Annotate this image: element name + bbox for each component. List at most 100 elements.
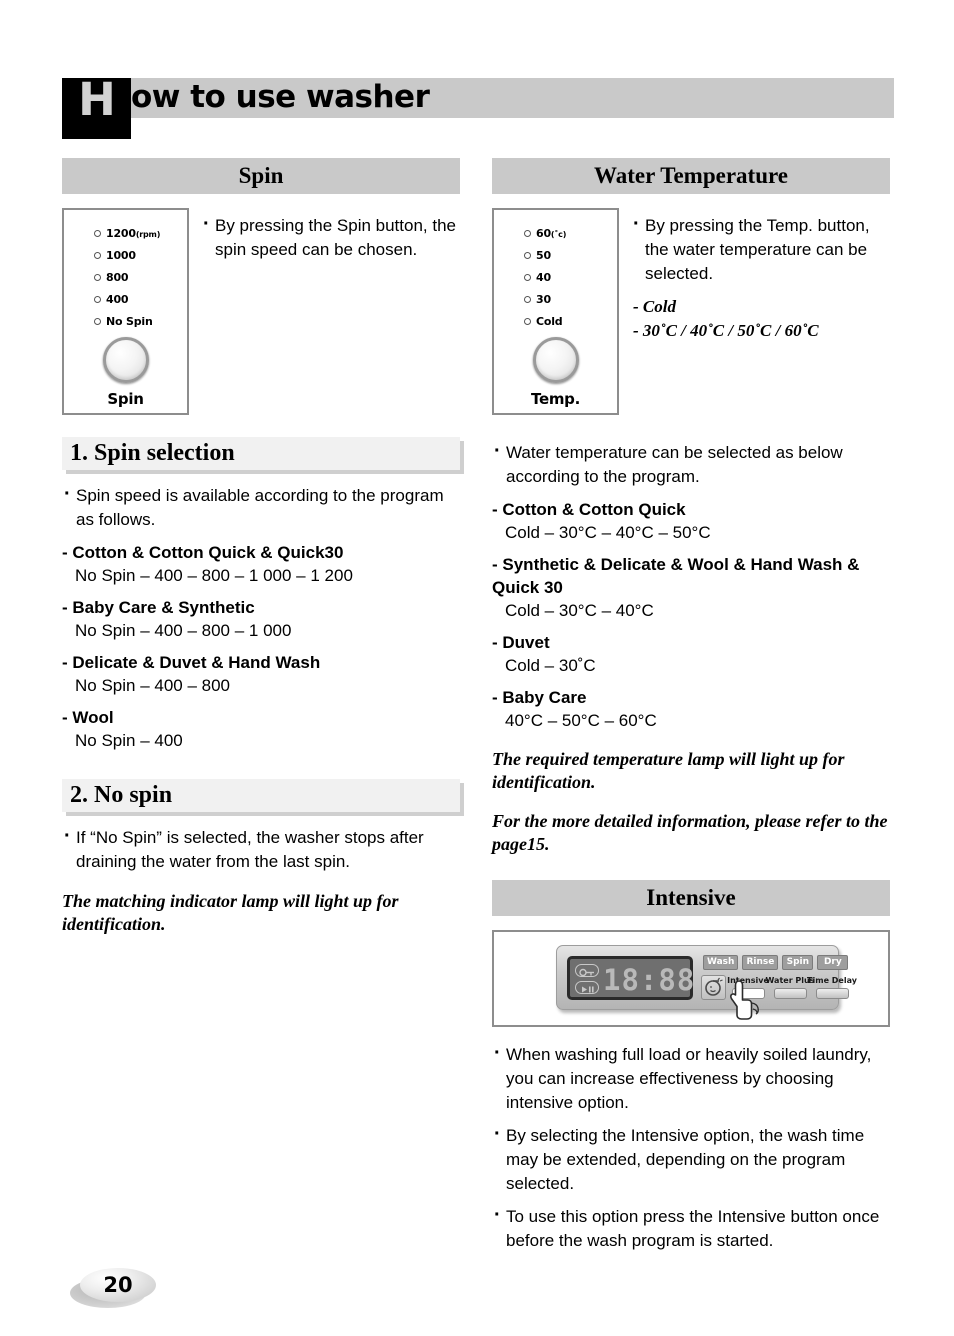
option-label-time-delay: Time Delay bbox=[807, 976, 857, 985]
note-page-reference: For the more detailed information, pleas… bbox=[492, 811, 888, 854]
led-indicator-icon bbox=[524, 317, 531, 325]
led-label: 60(˚c) bbox=[536, 226, 567, 240]
list-item-title: Delicate & Duvet & Hand Wash bbox=[62, 651, 460, 674]
page-header-dropcap: H bbox=[62, 77, 131, 139]
led-item: 60(˚c) bbox=[524, 222, 566, 244]
list-item: Baby Care & Synthetic No Spin – 400 – 80… bbox=[62, 596, 460, 642]
list-item-value: Cold – 30°C – 40°C bbox=[505, 601, 654, 620]
led-indicator-icon bbox=[524, 229, 531, 237]
child-lock-icon bbox=[575, 964, 599, 977]
led-item: Cold bbox=[524, 310, 566, 332]
time-delay-button[interactable] bbox=[815, 988, 849, 999]
heading-no-spin: 2. No spin bbox=[62, 779, 460, 812]
led-indicator-icon bbox=[524, 295, 531, 303]
temp-control-panel: 60(˚c) 50 40 30 Cold Temp. bbox=[492, 208, 619, 415]
led-label: No Spin bbox=[106, 314, 153, 328]
temp-selection-body: Water temperature can be selected as bel… bbox=[492, 439, 890, 856]
list-item-title: Duvet bbox=[492, 631, 890, 654]
led-label: 800 bbox=[106, 270, 129, 284]
spin-knob-label: Spin bbox=[107, 390, 144, 408]
temp-knob-label: Temp. bbox=[531, 390, 580, 408]
mode-chip-rinse: Rinse bbox=[742, 955, 779, 970]
bullet-text: If “No Spin” is selected, the washer sto… bbox=[62, 824, 460, 874]
page-number-text: 20 bbox=[103, 1273, 133, 1297]
list-item-value: No Spin – 400 bbox=[75, 731, 183, 750]
list-item-title: Synthetic & Delicate & Wool & Hand Wash … bbox=[492, 553, 890, 599]
temp-option-cold: Cold bbox=[631, 295, 890, 319]
led-label: 30 bbox=[536, 292, 551, 306]
left-column: Spin 1200(rpm) 1000 800 400 No Spin Spin… bbox=[62, 158, 460, 936]
led-label: 400 bbox=[106, 292, 129, 306]
led-indicator-icon bbox=[524, 251, 531, 259]
list-item: Baby Care 40°C – 50°C – 60°C bbox=[492, 686, 890, 732]
led-item: 800 bbox=[94, 266, 160, 288]
temp-knob-button[interactable] bbox=[532, 337, 579, 383]
led-label: 40 bbox=[536, 270, 551, 284]
list-item: Cotton & Cotton Quick & Quick30 No Spin … bbox=[62, 541, 460, 587]
led-item: 30 bbox=[524, 288, 566, 310]
list-item-title: Wool bbox=[62, 706, 460, 729]
list-item-value: Cold – 30˚C bbox=[505, 656, 596, 675]
page-title: ow to use washer bbox=[131, 79, 430, 115]
note-temperature-lamp: The required temperature lamp will light… bbox=[492, 749, 845, 792]
list-item-title: Cotton & Cotton Quick & Quick30 bbox=[62, 541, 460, 564]
list-item-value: 40°C – 50°C – 60°C bbox=[505, 711, 657, 730]
footer-page-number: 20 bbox=[70, 1268, 156, 1312]
key-icon bbox=[579, 968, 594, 977]
lcd-time-digits: 18:88 bbox=[603, 963, 696, 997]
led-indicator-icon bbox=[94, 317, 101, 325]
temp-option-range: 30˚C / 40˚C / 50˚C / 60˚C bbox=[631, 319, 890, 343]
spin-control-panel: 1200(rpm) 1000 800 400 No Spin Spin bbox=[62, 208, 189, 415]
page-header: H ow to use washer bbox=[62, 77, 894, 139]
right-column: Water Temperature 60(˚c) 50 40 30 Cold T… bbox=[492, 158, 890, 1262]
list-item: Cotton & Cotton Quick Cold – 30°C – 40°C… bbox=[492, 498, 890, 544]
led-item: 1200(rpm) bbox=[94, 222, 160, 244]
temp-panel-figure: 60(˚c) 50 40 30 Cold Temp. · By pressing… bbox=[492, 208, 890, 415]
section-bar-spin: Spin bbox=[62, 158, 460, 194]
led-label: Cold bbox=[536, 314, 563, 328]
list-item: Duvet Cold – 30˚C bbox=[492, 631, 890, 677]
led-label: 1200(rpm) bbox=[106, 226, 161, 240]
led-indicator-icon bbox=[94, 273, 101, 281]
spin-panel-figure: 1200(rpm) 1000 800 400 No Spin Spin · By… bbox=[62, 208, 460, 415]
temp-led-list: 60(˚c) 50 40 30 Cold bbox=[524, 222, 566, 332]
list-item: Wool No Spin – 400 bbox=[62, 706, 460, 752]
list-item: Synthetic & Delicate & Wool & Hand Wash … bbox=[492, 553, 890, 622]
bullet-text: By selecting the Intensive option, the w… bbox=[492, 1122, 890, 1196]
led-item: No Spin bbox=[94, 310, 160, 332]
lcd-status-icons bbox=[575, 964, 599, 994]
list-item-value: No Spin – 400 – 800 – 1 000 bbox=[75, 621, 292, 640]
bullet-text: Water temperature can be selected as bel… bbox=[492, 439, 890, 489]
play-pause-icon bbox=[575, 981, 599, 994]
mode-chip-wash: Wash bbox=[703, 955, 739, 970]
note-indicator-lamp: The matching indicator lamp will light u… bbox=[62, 891, 399, 934]
bullet-text: To use this option press the Intensive b… bbox=[492, 1203, 890, 1253]
spin-selection-body: Spin speed is available according to the… bbox=[62, 482, 460, 752]
water-plus-button[interactable] bbox=[773, 988, 807, 999]
led-indicator-icon bbox=[94, 229, 101, 237]
lcd-display: 18:88 bbox=[567, 956, 696, 1000]
bullet-text: By pressing the Spin button, the spin sp… bbox=[201, 212, 460, 262]
led-item: 400 bbox=[94, 288, 160, 310]
spin-led-list: 1200(rpm) 1000 800 400 No Spin bbox=[94, 222, 160, 332]
section-bar-water-temperature: Water Temperature bbox=[492, 158, 890, 194]
led-indicator-icon bbox=[94, 251, 101, 259]
spin-knob-button[interactable] bbox=[102, 337, 149, 383]
option-time-delay: Time Delay bbox=[807, 976, 857, 999]
list-item-title: Baby Care bbox=[492, 686, 890, 709]
list-item-title: Cotton & Cotton Quick bbox=[492, 498, 890, 521]
mode-chip-spin: Spin bbox=[782, 955, 814, 970]
led-item: 50 bbox=[524, 244, 566, 266]
led-item: 40 bbox=[524, 266, 566, 288]
mode-chip-dry: Dry bbox=[817, 955, 849, 970]
list-item-value: Cold – 30°C – 40°C – 50°C bbox=[505, 523, 711, 542]
list-item-value: No Spin – 400 – 800 – 1 000 – 1 200 bbox=[75, 566, 353, 585]
no-spin-body: If “No Spin” is selected, the washer sto… bbox=[62, 824, 460, 936]
intensive-text-body: When washing full load or heavily soiled… bbox=[492, 1041, 890, 1253]
intensive-display-figure: 18:88 Wash Rinse Spin Dry Intensive Wate… bbox=[492, 930, 890, 1027]
pointing-hand-icon bbox=[730, 980, 759, 1020]
led-indicator-icon bbox=[94, 295, 101, 303]
heading-spin-selection: 1. Spin selection bbox=[62, 437, 460, 470]
section-bar-intensive: Intensive bbox=[492, 880, 890, 916]
spin-panel-note: By pressing the Spin button, the spin sp… bbox=[189, 208, 460, 415]
